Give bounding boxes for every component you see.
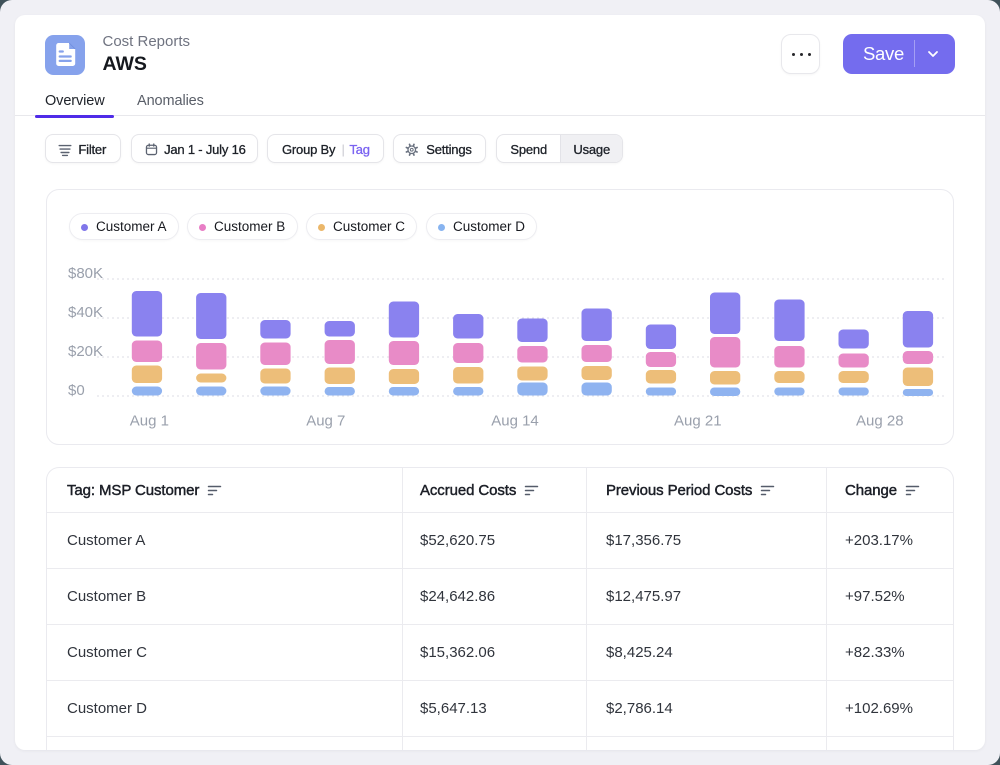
svg-text:Aug 21: Aug 21 [674,413,722,430]
svg-text:Aug 28: Aug 28 [856,413,904,430]
svg-text:Aug 1: Aug 1 [130,413,169,430]
svg-text:$40K: $40K [68,304,103,321]
svg-text:$20K: $20K [68,343,103,360]
svg-text:$80K: $80K [68,265,103,282]
svg-text:Aug 7: Aug 7 [306,413,345,430]
svg-text:Aug 14: Aug 14 [491,413,539,430]
svg-text:$0: $0 [68,382,85,399]
